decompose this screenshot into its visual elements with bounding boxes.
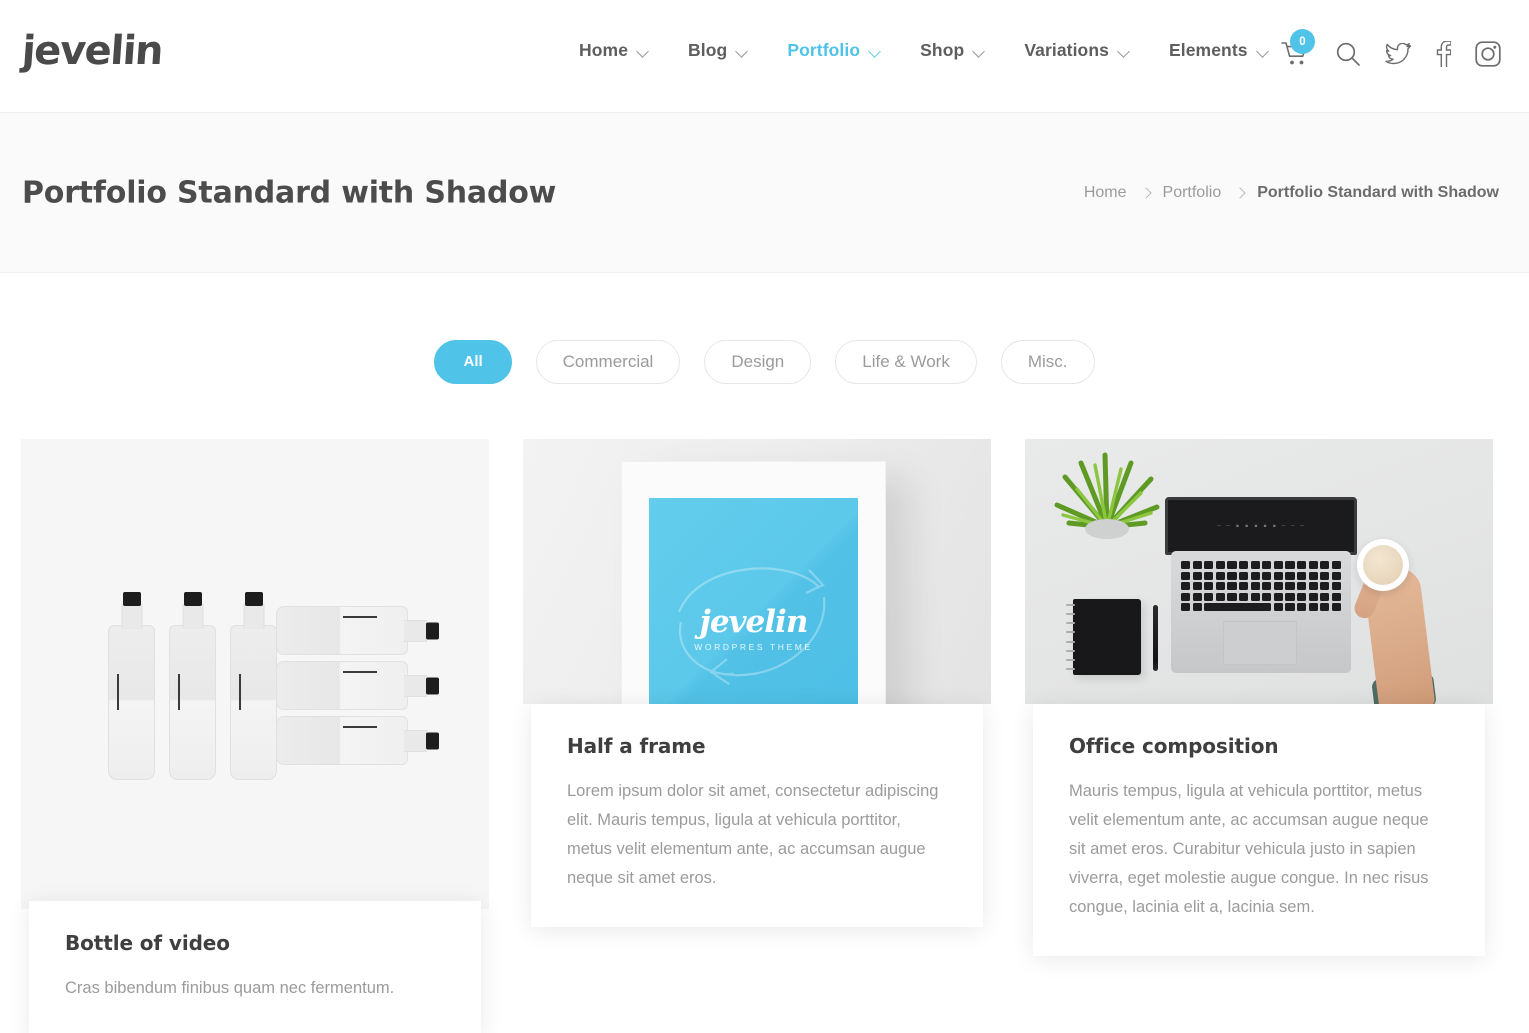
coffee-cup: [1357, 539, 1409, 591]
nav-label: Variations: [1024, 40, 1109, 60]
portfolio-item-description: Mauris tempus, ligula at vehicula portti…: [1069, 782, 1429, 916]
nav-label: Shop: [920, 40, 965, 60]
portfolio-item-title[interactable]: Half a frame: [567, 734, 947, 758]
cart-count-badge: 0: [1290, 29, 1315, 54]
portfolio-item-body: Half a frame Lorem ipsum dolor sit amet,…: [531, 704, 983, 927]
poster-logo-subtitle: WORDPRES THEME: [694, 641, 813, 652]
chevron-down-icon: [637, 47, 650, 55]
pen: [1153, 605, 1158, 671]
nav-item-home[interactable]: Home: [560, 40, 669, 61]
chevron-down-icon: [736, 47, 749, 55]
nav-item-variations[interactable]: Variations: [1005, 40, 1150, 61]
page-title: Portfolio Standard with Shadow: [22, 175, 557, 210]
notebook-rings: [1066, 604, 1075, 670]
search-icon[interactable]: [1335, 41, 1361, 72]
portfolio-grid: Bottle of video Cras bibendum finibus qu…: [0, 439, 1529, 1033]
chevron-down-icon: [869, 47, 882, 55]
laptop-screen-text: — — ▪ ▪ ▪ ▪ ▪ — — —: [1217, 522, 1305, 530]
cart-icon[interactable]: 0: [1281, 29, 1315, 73]
notebook: [1066, 599, 1141, 675]
chevron-down-icon: [973, 47, 986, 55]
portfolio-item[interactable]: Bottle of video Cras bibendum finibus qu…: [21, 439, 489, 1033]
nav-label: Elements: [1168, 40, 1248, 60]
nav-label: Portfolio: [787, 40, 861, 60]
breadcrumb-item-home[interactable]: Home: [1084, 184, 1127, 202]
filter-all[interactable]: All: [434, 340, 512, 384]
filter-life-and-work[interactable]: Life & Work: [835, 340, 977, 384]
chevron-down-icon: [1118, 47, 1131, 55]
breadcrumb-item-current: Portfolio Standard with Shadow: [1257, 183, 1499, 201]
portfolio-item-body: Office composition Mauris tempus, ligula…: [1033, 704, 1485, 956]
portfolio-item-description: Cras bibendum finibus quam nec fermentum…: [65, 979, 395, 997]
filter-commercial[interactable]: Commercial: [535, 340, 681, 384]
filter-design[interactable]: Design: [704, 340, 812, 384]
nav-item-shop[interactable]: Shop: [901, 40, 1005, 61]
breadcrumb: Home Portfolio Portfolio Standard with S…: [1084, 184, 1499, 202]
bottles-illustration: [21, 439, 489, 909]
facebook-icon[interactable]: [1435, 39, 1452, 73]
breadcrumb-separator-icon: [1127, 185, 1163, 201]
chevron-down-icon: [1257, 47, 1270, 55]
portfolio-item-image[interactable]: [21, 439, 489, 909]
laptop-screen: — — ▪ ▪ ▪ ▪ ▪ — — —: [1165, 497, 1357, 555]
portfolio-filter-bar: All Commercial Design Life & Work Misc.: [0, 340, 1529, 384]
portfolio-item[interactable]: jevelin WORDPRES THEME Half a frame Lore…: [523, 439, 991, 927]
filter-misc[interactable]: Misc.: [1000, 340, 1095, 384]
laptop-keyboard: [1181, 561, 1341, 617]
framed-poster-illustration: jevelin WORDPRES THEME: [523, 439, 991, 704]
portfolio-item-body: Bottle of video Cras bibendum finibus qu…: [29, 901, 481, 1033]
plant-icon: [1054, 452, 1160, 539]
laptop-trackpad: [1223, 621, 1297, 665]
twitter-icon[interactable]: [1385, 42, 1412, 71]
picture-frame: jevelin WORDPRES THEME: [621, 461, 886, 704]
site-logo[interactable]: jevelin: [20, 28, 163, 74]
nav-item-blog[interactable]: Blog: [669, 40, 768, 61]
instagram-icon[interactable]: [1475, 41, 1501, 72]
laptop-base: [1171, 551, 1351, 673]
office-flatlay-illustration: — — ▪ ▪ ▪ ▪ ▪ — — —: [1025, 439, 1493, 704]
nav-label: Home: [579, 40, 629, 60]
nav-label: Blog: [688, 40, 728, 60]
page-header-band: Portfolio Standard with Shadow Home Port…: [0, 113, 1529, 273]
breadcrumb-item-portfolio[interactable]: Portfolio: [1163, 184, 1222, 202]
poster: jevelin WORDPRES THEME: [649, 498, 858, 704]
poster-logo: jevelin WORDPRES THEME: [649, 604, 858, 652]
main-navigation: Home Blog Portfolio Shop Variations Elem…: [560, 40, 1289, 61]
portfolio-item[interactable]: — — ▪ ▪ ▪ ▪ ▪ — — — Office composition M…: [1025, 439, 1493, 956]
header-icon-group: 0: [1281, 29, 1501, 73]
nav-item-portfolio[interactable]: Portfolio: [768, 40, 901, 61]
breadcrumb-separator-icon: [1221, 185, 1257, 201]
portfolio-item-title[interactable]: Bottle of video: [65, 931, 445, 955]
portfolio-item-title[interactable]: Office composition: [1069, 734, 1449, 758]
site-header: jevelin Home Blog Portfolio Shop Variati…: [0, 0, 1529, 113]
poster-logo-text: jevelin: [699, 603, 809, 640]
portfolio-item-image[interactable]: jevelin WORDPRES THEME: [523, 439, 991, 704]
portfolio-item-image[interactable]: — — ▪ ▪ ▪ ▪ ▪ — — —: [1025, 439, 1493, 704]
portfolio-item-description: Lorem ipsum dolor sit amet, consectetur …: [567, 782, 939, 887]
nav-item-elements[interactable]: Elements: [1150, 40, 1289, 61]
